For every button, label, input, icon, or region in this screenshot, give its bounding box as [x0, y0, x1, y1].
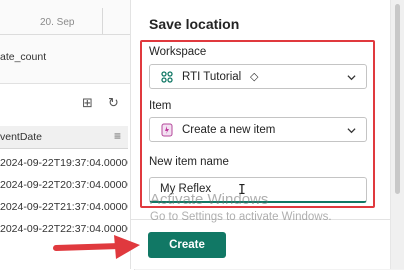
reflex-item-icon — [161, 123, 173, 137]
workspace-label: Workspace — [149, 46, 207, 58]
chevron-down-icon — [347, 128, 356, 134]
chart-baseline — [0, 34, 140, 35]
workspace-icon — [161, 71, 173, 83]
chart-divider — [102, 8, 103, 34]
scrollbar[interactable] — [390, 0, 404, 269]
chart-date-label: 20. Sep — [40, 17, 75, 28]
premium-diamond-icon: ◇ — [250, 71, 259, 83]
table-row: 2024-09-22T20:37:04.000000 — [0, 179, 128, 191]
annotation-arrow-icon — [53, 235, 140, 259]
text-cursor-icon: I — [238, 183, 246, 198]
grid-icon[interactable]: ⊞ — [82, 96, 93, 110]
background-app-pane: 20. Sep ate_count ⊞ ↻ ventDate ≡ 2024-09… — [0, 0, 140, 270]
table-rows: 2024-09-22T19:37:04.000000 2024-09-22T20… — [0, 152, 128, 240]
save-location-panel: Save location Workspace RTI Tutorial ◇ I… — [130, 0, 391, 269]
workspace-select[interactable]: RTI Tutorial ◇ — [149, 64, 367, 89]
table-column-header[interactable]: ventDate ≡ — [0, 126, 128, 149]
column-menu-icon[interactable]: ≡ — [114, 129, 121, 143]
workspace-value: RTI Tutorial — [182, 71, 242, 83]
table-row: 2024-09-22T21:37:04.000000 — [0, 201, 128, 213]
scrollbar-thumb[interactable] — [395, 4, 400, 194]
column-header-label: ventDate — [0, 131, 43, 143]
new-item-name-label: New item name — [149, 156, 229, 168]
create-button[interactable]: Create — [148, 232, 226, 258]
new-item-name-input[interactable] — [160, 183, 310, 195]
panel-title: Save location — [149, 16, 240, 32]
item-label: Item — [149, 100, 172, 112]
new-item-name-field[interactable]: I — [149, 177, 367, 203]
item-value: Create a new item — [182, 124, 276, 136]
table-row: 2024-09-22T19:37:04.000000 — [0, 157, 128, 169]
item-select[interactable]: Create a new item — [149, 117, 367, 142]
metric-label: ate_count — [0, 51, 47, 63]
chevron-down-icon — [347, 75, 356, 81]
refresh-icon[interactable]: ↻ — [108, 96, 119, 110]
footer-divider — [131, 219, 391, 220]
